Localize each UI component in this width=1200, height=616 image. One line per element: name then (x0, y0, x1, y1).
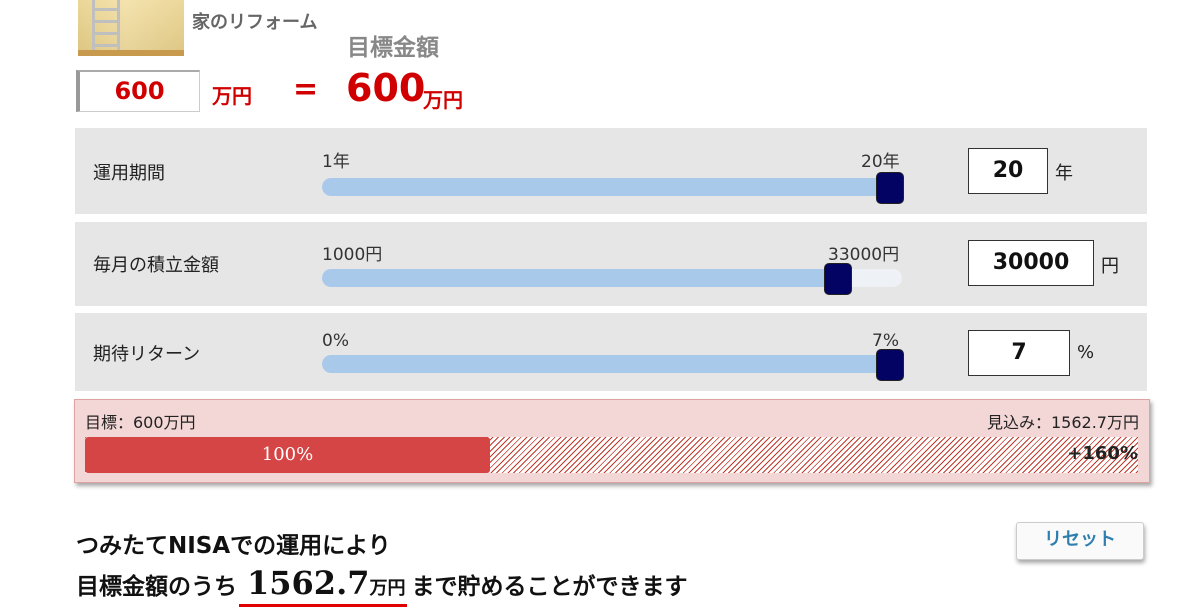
return-slider-track[interactable] (322, 349, 904, 381)
forecast-text: 見込み：1562.7万円 (987, 413, 1139, 432)
ladder-icon (92, 0, 120, 56)
return-input[interactable]: 7 (968, 330, 1070, 376)
period-label: 運用期間 (93, 163, 165, 184)
target-result-amount: 600 (346, 66, 426, 110)
result-amount-highlight: 1562.7万円 (239, 564, 408, 607)
period-max-label: 20年 (861, 152, 900, 172)
monthly-max-label: 33000円 (828, 245, 900, 265)
monthly-slider-fill (322, 269, 844, 287)
period-slider-handle[interactable] (876, 172, 904, 204)
monthly-unit: 円 (1101, 256, 1119, 277)
monthly-slider-handle[interactable] (824, 263, 853, 295)
progress-over-label: +160% (1067, 443, 1138, 464)
progress-fill-label: 100% (261, 444, 314, 465)
target-heading: 目標金額 (347, 35, 439, 61)
monthly-input[interactable]: 30000 (968, 240, 1094, 286)
result-message-line2: 目標金額のうち 1562.7万円 まで貯めることができます (76, 564, 687, 607)
monthly-min-label: 1000円 (322, 245, 383, 265)
progress-bar-fill: 100% (85, 437, 490, 473)
target-result-unit: 万円 (423, 88, 463, 112)
result-amount-unit: 万円 (369, 578, 406, 599)
result-message-prefix: 目標金額のうち (76, 574, 237, 600)
renovation-thumbnail-icon (78, 0, 184, 56)
return-slider-fill (322, 355, 895, 373)
result-message-line1: つみたてNISAでの運用により (76, 533, 391, 559)
return-row: 期待リターン 0% 7% 7 % (75, 313, 1147, 391)
monthly-row: 毎月の積立金額 1000円 33000円 30000 円 (75, 222, 1147, 306)
return-min-label: 0% (322, 331, 349, 351)
return-slider-handle[interactable] (876, 349, 904, 381)
return-unit: % (1077, 342, 1095, 363)
monthly-label: 毎月の積立金額 (93, 255, 219, 276)
return-max-label: 7% (872, 331, 899, 351)
category-label: 家のリフォーム (192, 12, 318, 33)
target-amount-input[interactable]: 600 (76, 70, 200, 112)
period-input[interactable]: 20 (968, 148, 1048, 194)
progress-panel: 目標：600万円 見込み：1562.7万円 100% +160% (74, 399, 1150, 483)
period-slider-track[interactable] (322, 172, 904, 204)
period-slider-fill (322, 178, 895, 196)
period-unit: 年 (1055, 163, 1073, 184)
result-message-suffix: まで貯めることができます (411, 574, 688, 600)
return-label: 期待リターン (93, 344, 201, 365)
monthly-slider-track[interactable] (322, 263, 902, 295)
result-amount: 1562.7 (247, 564, 370, 602)
reset-button[interactable]: リセット (1016, 522, 1144, 560)
period-min-label: 1年 (322, 152, 350, 172)
equals-sign: = (293, 72, 319, 107)
progress-bar: 100% +160% (85, 437, 1138, 473)
goal-text: 目標：600万円 (85, 413, 196, 432)
period-row: 運用期間 1年 20年 20 年 (75, 128, 1147, 214)
target-amount-unit: 万円 (212, 84, 252, 108)
